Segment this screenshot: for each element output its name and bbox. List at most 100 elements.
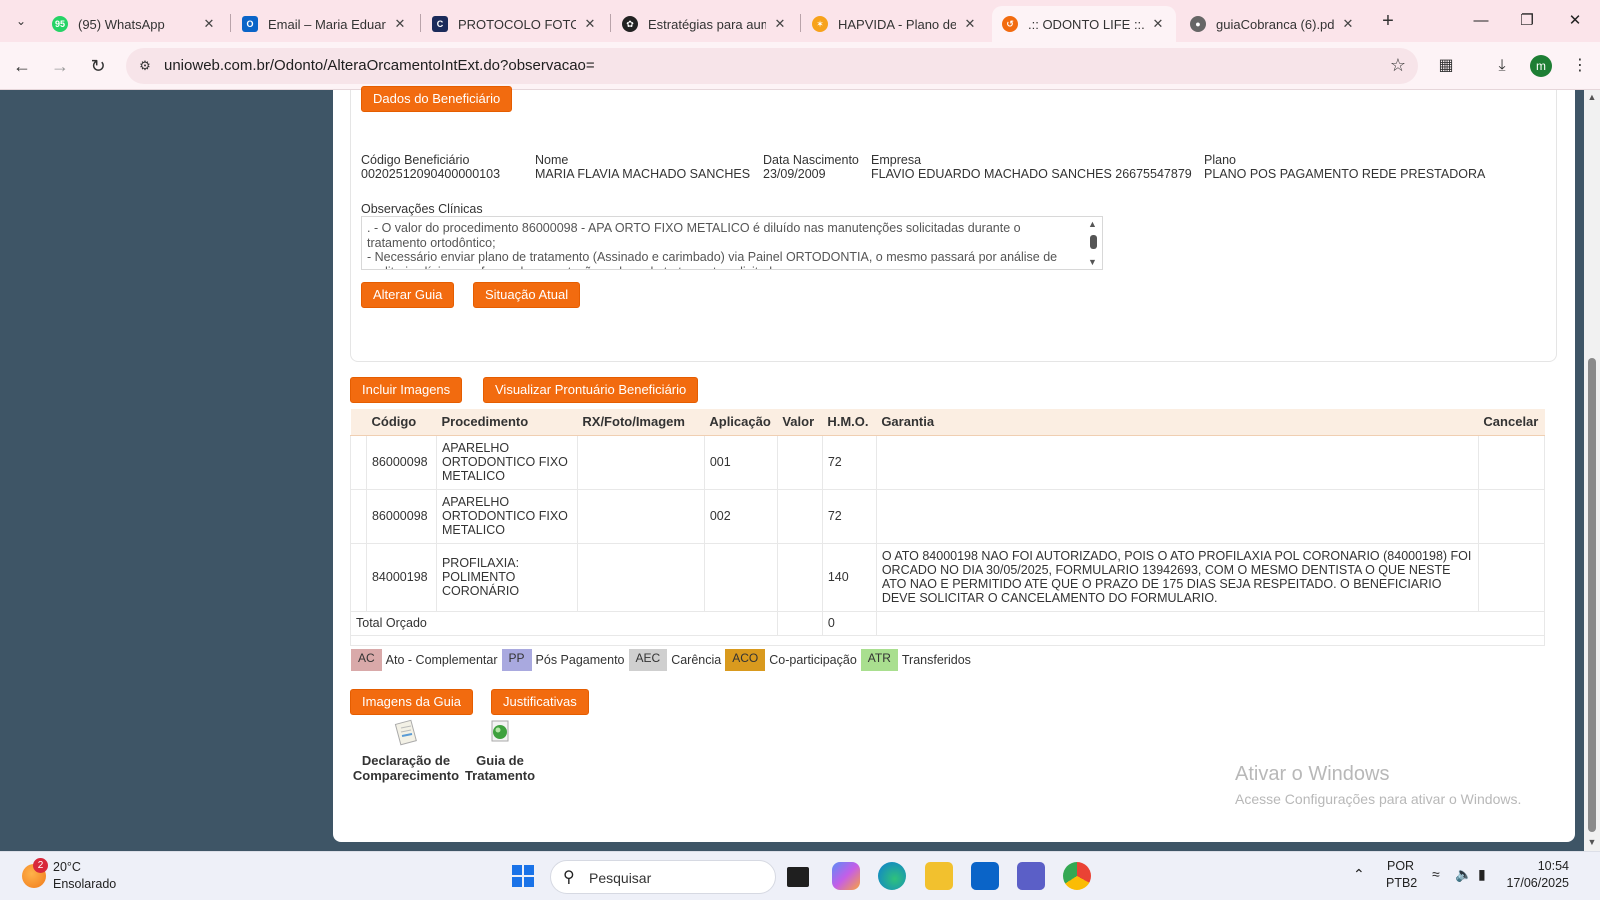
- taskbar-search[interactable]: ⚲ Pesquisar: [550, 860, 776, 894]
- edge-icon[interactable]: [878, 862, 906, 890]
- windows-activation-title: Ativar o Windows: [1235, 763, 1390, 785]
- outlook-icon: O: [242, 16, 258, 32]
- tab-hapvida[interactable]: ✶ HAPVIDA - Plano de ✕: [802, 6, 988, 42]
- incluir-imagens-button[interactable]: Incluir Imagens: [350, 377, 463, 403]
- chrome-taskbar-icon[interactable]: [1063, 862, 1091, 890]
- observacoes-textarea[interactable]: . - O valor do procedimento 86000098 - A…: [361, 216, 1103, 270]
- volume-icon[interactable]: 🔈: [1455, 866, 1472, 883]
- close-tab-icon[interactable]: ✕: [582, 16, 598, 32]
- show-hidden-icons-icon[interactable]: ⌃: [1353, 866, 1365, 883]
- cell-rx: [576, 488, 705, 544]
- close-tab-icon[interactable]: ✕: [392, 16, 408, 32]
- scroll-down-icon[interactable]: ▼: [1587, 837, 1597, 847]
- treatment-guide-icon[interactable]: [486, 717, 514, 745]
- keyboard-language[interactable]: POR: [1387, 859, 1414, 873]
- codigo-beneficiario-label: Código Beneficiário: [361, 153, 470, 167]
- outlook-taskbar-icon[interactable]: [971, 862, 999, 890]
- tab-title: (95) WhatsApp: [78, 16, 165, 32]
- tab-title: Estratégias para aum: [648, 16, 766, 32]
- visualizar-prontuario-button[interactable]: Visualizar Prontuário Beneficiário: [483, 377, 699, 403]
- forward-icon[interactable]: →: [46, 52, 74, 80]
- scroll-thumb[interactable]: [1588, 358, 1596, 832]
- cell-cancelar[interactable]: [1477, 434, 1546, 490]
- page-scrollbar[interactable]: ▲ ▼: [1584, 90, 1600, 851]
- file-explorer-icon[interactable]: [925, 862, 953, 890]
- declaracao-comparecimento-link[interactable]: Declaração de Comparecimento: [350, 753, 462, 783]
- tab-search-dropdown-icon[interactable]: ⌄: [8, 8, 34, 34]
- minimize-icon[interactable]: —: [1458, 6, 1504, 36]
- close-tab-icon[interactable]: ✕: [201, 16, 217, 32]
- battery-icon[interactable]: ▮: [1478, 866, 1486, 883]
- back-icon[interactable]: ←: [8, 52, 36, 80]
- bookmark-star-icon[interactable]: ☆: [1390, 55, 1406, 76]
- profile-avatar[interactable]: m: [1530, 55, 1552, 77]
- download-icon[interactable]: ⤓: [1490, 54, 1514, 78]
- header-cancelar: Cancelar: [1478, 409, 1545, 436]
- total-label: Total Orçado: [350, 610, 778, 636]
- teams-icon[interactable]: [1017, 862, 1045, 890]
- tab-odonto-life[interactable]: ↺ .:: ODONTO LIFE ::. ✕: [992, 6, 1176, 42]
- guia-tratamento-link[interactable]: Guia de Tratamento: [462, 753, 538, 783]
- cell-procedimento: APARELHO ORTODONTICO FIXO METALICO: [435, 434, 578, 490]
- globe-icon: ●: [1190, 16, 1206, 32]
- cell-codigo: 86000098: [365, 488, 437, 544]
- clock-time[interactable]: 10:54: [1523, 859, 1569, 873]
- close-tab-icon[interactable]: ✕: [772, 16, 788, 32]
- scroll-thumb[interactable]: [1090, 235, 1097, 249]
- dados-beneficiario-button[interactable]: Dados do Beneficiário: [361, 86, 513, 112]
- clock-date[interactable]: 17/06/2025: [1505, 876, 1569, 890]
- reload-icon[interactable]: ↻: [84, 52, 112, 80]
- site-info-icon[interactable]: ⚙: [136, 57, 154, 75]
- situacao-atual-button[interactable]: Situação Atual: [473, 282, 581, 308]
- address-bar[interactable]: ⚙ unioweb.com.br/Odonto/AlteraOrcamentoI…: [126, 48, 1418, 84]
- tab-protocolo[interactable]: C PROTOCOLO FOTOGI ✕: [422, 6, 608, 42]
- cell-valor: [776, 488, 823, 544]
- alterar-guia-button[interactable]: Alterar Guia: [361, 282, 455, 308]
- imagens-da-guia-button[interactable]: Imagens da Guia: [350, 689, 474, 715]
- tab-email[interactable]: O Email – Maria Eduard ✕: [232, 6, 418, 42]
- nome-value: MARIA FLAVIA MACHADO SANCHES: [535, 167, 751, 181]
- header-hmo: H.M.O.: [822, 409, 877, 436]
- legend-badge-ac: AC: [351, 649, 382, 671]
- cell-rx: [576, 434, 705, 490]
- url-text[interactable]: unioweb.com.br/Odonto/AlteraOrcamentoInt…: [164, 57, 595, 74]
- new-tab-icon[interactable]: +: [1376, 10, 1400, 34]
- tab-estrategias[interactable]: ✿ Estratégias para aum ✕: [612, 6, 798, 42]
- plano-value: PLANO POS PAGAMENTO REDE PRESTADORA: [1204, 167, 1486, 181]
- wifi-icon[interactable]: ≈: [1432, 866, 1440, 882]
- close-tab-icon[interactable]: ✕: [1340, 16, 1356, 32]
- legend-label: Pós Pagamento: [535, 653, 625, 667]
- declaration-document-icon[interactable]: [392, 719, 420, 747]
- menu-kebab-icon[interactable]: ⋮: [1568, 54, 1592, 78]
- tab-guia-cobranca[interactable]: ● guiaCobranca (6).pdf ✕: [1180, 6, 1366, 42]
- cell-garantia: [875, 434, 1479, 490]
- cell-cancelar[interactable]: [1477, 542, 1546, 612]
- tab-separator: [230, 14, 231, 32]
- extensions-icon[interactable]: ▦: [1434, 54, 1458, 78]
- keyboard-layout[interactable]: PTB2: [1386, 876, 1417, 890]
- doc-label: Comparecimento: [352, 768, 460, 783]
- tab-whatsapp[interactable]: 95 (95) WhatsApp ✕: [42, 6, 227, 42]
- weather-description[interactable]: Ensolarado: [53, 877, 116, 891]
- close-window-icon[interactable]: ✕: [1552, 6, 1598, 36]
- restore-icon[interactable]: ❐: [1504, 6, 1550, 36]
- tab-separator: [800, 14, 801, 32]
- windows-start-icon[interactable]: [509, 862, 537, 890]
- copilot-icon[interactable]: [832, 862, 860, 890]
- table-row: 84000198 PROFILAXIA: POLIMENTO CORONÁRIO…: [350, 542, 1546, 612]
- doc-label: Tratamento: [464, 768, 536, 783]
- weather-temperature[interactable]: 20°C: [53, 860, 81, 874]
- scroll-down-icon[interactable]: ▼: [1088, 257, 1097, 267]
- legend-badge-pp: PP: [501, 649, 532, 671]
- task-view-icon[interactable]: [787, 867, 809, 887]
- justificativas-button[interactable]: Justificativas: [491, 689, 589, 715]
- observacoes-scrollbar[interactable]: ▲ ▼: [1084, 217, 1102, 269]
- legend-label: Co-participação: [769, 653, 857, 667]
- close-tab-icon[interactable]: ✕: [962, 16, 978, 32]
- table-row: 86000098 APARELHO ORTODONTICO FIXO METAL…: [350, 434, 1546, 490]
- close-tab-icon[interactable]: ✕: [1150, 16, 1166, 32]
- scroll-up-icon[interactable]: ▲: [1088, 219, 1097, 229]
- cell-cancelar[interactable]: [1477, 488, 1546, 544]
- total-empty-cell: [875, 610, 1546, 636]
- scroll-up-icon[interactable]: ▲: [1587, 92, 1597, 102]
